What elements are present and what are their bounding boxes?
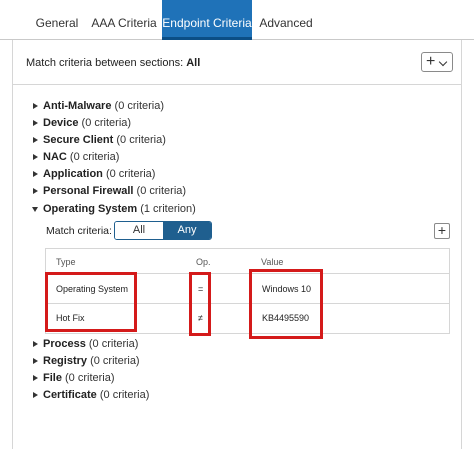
- tab-aaa-criteria[interactable]: AAA Criteria: [86, 0, 162, 40]
- plus-icon: +: [426, 53, 436, 70]
- chevron-right-icon: [33, 137, 38, 143]
- section-name: Personal Firewall: [43, 185, 134, 197]
- chevron-right-icon: [33, 341, 38, 347]
- column-header-type: Type: [56, 257, 76, 267]
- section-name: Registry: [43, 355, 88, 367]
- plus-icon: +: [437, 222, 447, 238]
- section-count: (0 criteria): [69, 151, 120, 163]
- section-name: Application: [43, 168, 103, 180]
- match-criteria-label: Match criteria between sections:: [26, 57, 184, 69]
- chevron-right-icon: [33, 154, 38, 160]
- match-criteria-text: Match criteria between sections: All: [26, 57, 200, 69]
- section-name: Secure Client: [43, 134, 114, 146]
- highlight-type-column: [45, 272, 137, 332]
- column-header-op: Op.: [196, 257, 211, 267]
- section-count: (0 criteria): [81, 117, 132, 129]
- section-name: Certificate: [43, 389, 97, 401]
- column-header-value: Value: [261, 257, 284, 267]
- section-name: Process: [43, 338, 86, 350]
- chevron-right-icon: [33, 358, 38, 364]
- section-count: (0 criteria): [114, 100, 165, 112]
- match-all-option[interactable]: All: [115, 222, 163, 239]
- tab-endpoint-criteria[interactable]: Endpoint Criteria: [162, 0, 252, 40]
- chevron-right-icon: [33, 375, 38, 381]
- tab-advanced[interactable]: Advanced: [252, 0, 320, 40]
- add-criterion-button[interactable]: +: [434, 223, 450, 239]
- section-count: (0 criteria): [105, 168, 156, 180]
- section-count: (0 criteria): [99, 389, 150, 401]
- os-match-criteria-label: Match criteria:: [46, 225, 112, 237]
- add-section-dropdown-button[interactable]: +: [421, 52, 453, 72]
- section-count: (0 criteria): [116, 134, 166, 146]
- tab-general[interactable]: General: [28, 0, 86, 40]
- section-name: Operating System: [43, 203, 138, 215]
- section-name: Device: [43, 117, 79, 129]
- chevron-right-icon: [33, 392, 38, 398]
- chevron-down-icon: [438, 57, 448, 67]
- section-count: (0 criteria): [65, 372, 115, 384]
- chevron-right-icon: [33, 103, 38, 109]
- match-any-option[interactable]: Any: [163, 222, 211, 239]
- match-criteria-bar: Match criteria between sections: All +: [13, 40, 461, 85]
- tab-bar: General AAA Criteria Endpoint Criteria A…: [0, 0, 474, 40]
- highlight-value-column: [249, 269, 323, 339]
- section-count: (1 criterion): [140, 203, 196, 215]
- section-count: (0 criteria): [88, 338, 139, 350]
- section-name: File: [43, 372, 62, 384]
- chevron-down-icon: [32, 207, 38, 212]
- chevron-right-icon: [33, 188, 38, 194]
- section-count: (0 criteria): [90, 355, 140, 367]
- chevron-right-icon: [33, 171, 38, 177]
- section-name: NAC: [43, 151, 67, 163]
- highlight-op-column: [189, 272, 211, 336]
- section-name: Anti-Malware: [43, 100, 112, 112]
- chevron-right-icon: [33, 120, 38, 126]
- match-criteria-toggle: All Any: [114, 221, 212, 240]
- endpoint-criteria-panel: Match criteria between sections: All + A…: [12, 40, 462, 449]
- match-criteria-value: All: [186, 57, 201, 69]
- section-count: (0 criteria): [136, 185, 187, 197]
